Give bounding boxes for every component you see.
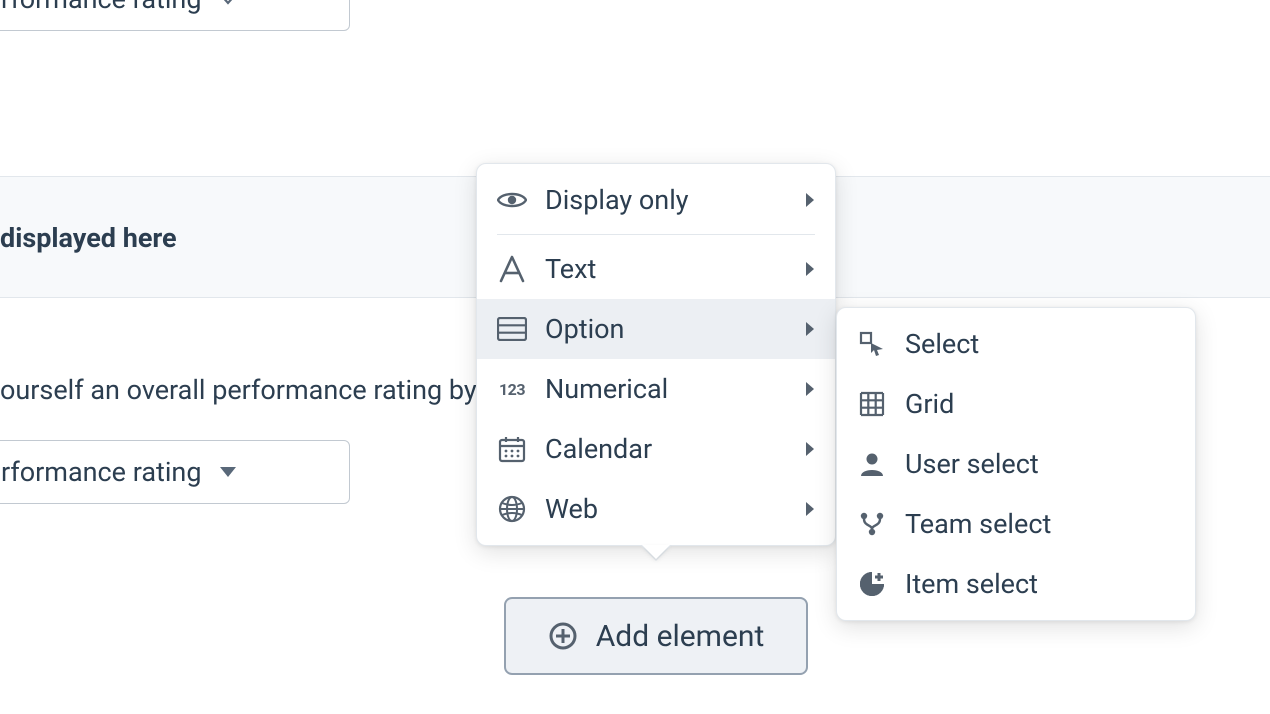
submenu-item-team-select[interactable]: Team select [837,494,1195,554]
element-type-menu: Display only Text [476,163,836,546]
plus-circle-icon [548,621,578,651]
cursor-select-icon [857,331,887,357]
menu-divider [497,234,815,235]
team-branch-icon [857,511,887,537]
menu-item-text[interactable]: Text [477,239,835,299]
instruction-text: ourself an overall performance rating by [0,374,477,406]
overall-rating-dropdown-top-label: all performance rating [0,0,201,15]
overall-rating-dropdown[interactable]: all performance rating [0,440,350,504]
number-123-icon: 123 [497,380,527,399]
chevron-right-icon [805,261,815,277]
menu-item-label: Web [545,493,598,525]
overall-rating-dropdown-label: all performance rating [0,456,201,488]
submenu-item-label: User select [905,448,1039,480]
submenu-item-item-select[interactable]: Item select [837,554,1195,614]
submenu-item-grid[interactable]: Grid [837,374,1195,434]
grid-icon [857,391,887,417]
user-icon [857,451,887,477]
menu-item-label: Calendar [545,433,652,465]
menu-item-calendar[interactable]: Calendar [477,419,835,479]
menu-item-numerical[interactable]: 123 Numerical [477,359,835,419]
add-element-label: Add element [596,619,765,654]
submenu-item-label: Grid [905,388,954,420]
add-element-button[interactable]: Add element [504,597,808,675]
submenu-item-label: Team select [905,508,1051,540]
chevron-right-icon [805,501,815,517]
overall-rating-dropdown-top[interactable]: all performance rating [0,0,350,31]
section-title: displayed here [0,222,177,254]
list-rows-icon [497,317,527,341]
chevron-right-icon [805,321,815,337]
chevron-right-icon [805,381,815,397]
menu-item-display-only[interactable]: Display only [477,170,835,230]
chevron-down-icon [219,466,237,478]
item-plus-circle-icon [857,570,887,598]
menu-item-option[interactable]: Option [477,299,835,359]
menu-item-label: Text [545,253,596,285]
chevron-right-icon [805,441,815,457]
submenu-item-user-select[interactable]: User select [837,434,1195,494]
submenu-item-label: Select [905,328,979,360]
eye-icon [497,190,527,210]
globe-icon [497,495,527,523]
submenu-item-label: Item select [905,568,1038,600]
menu-item-web[interactable]: Web [477,479,835,539]
option-submenu: Select Grid [836,307,1196,621]
submenu-item-select[interactable]: Select [837,314,1195,374]
calendar-icon [497,435,527,463]
text-a-icon [497,255,527,283]
menu-item-label: Numerical [545,373,668,405]
chevron-down-icon [219,0,237,5]
menu-item-label: Option [545,313,624,345]
chevron-right-icon [805,192,815,208]
menu-item-label: Display only [545,184,689,216]
